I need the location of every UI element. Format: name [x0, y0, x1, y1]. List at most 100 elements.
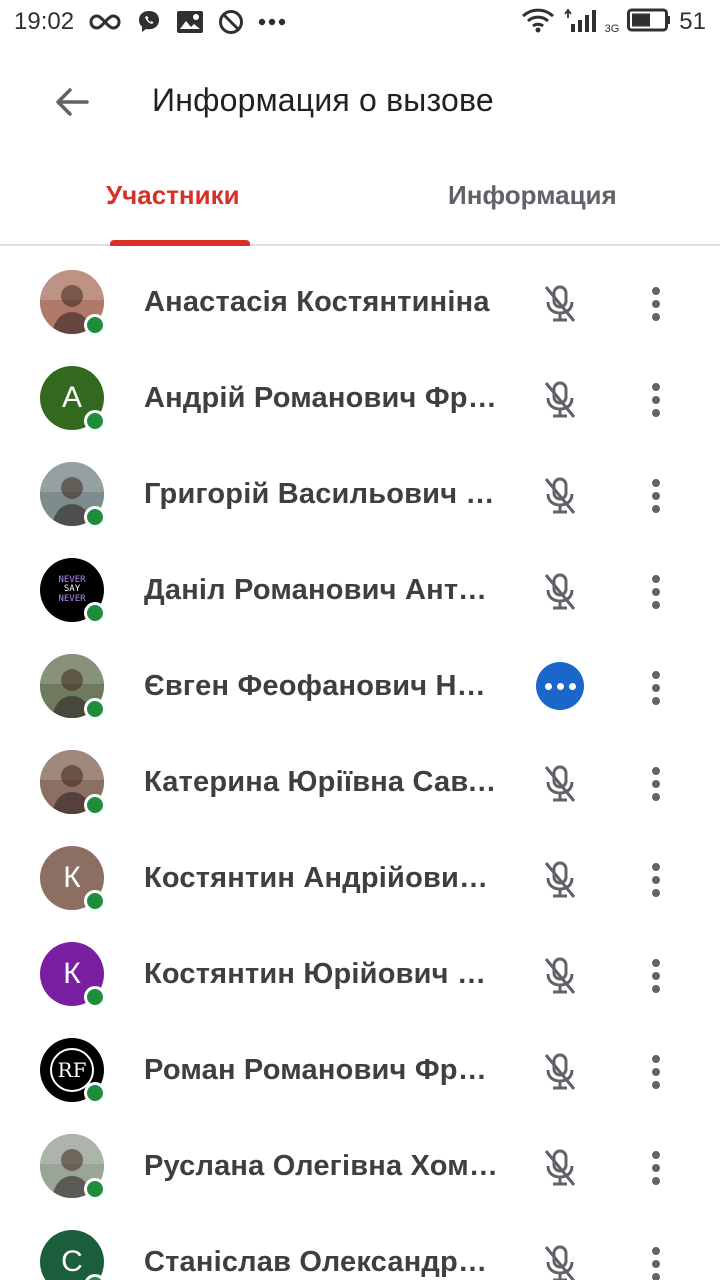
mic-off-icon — [536, 952, 584, 1000]
more-options-button[interactable] — [632, 568, 680, 616]
participant-row[interactable]: Євген Феофанович Науменко — [0, 638, 720, 734]
participant-row[interactable]: Катерина Юріївна Савченко — [0, 734, 720, 830]
speaking-dot — [568, 682, 576, 690]
avatar-letter: К — [63, 861, 81, 894]
online-status-dot — [84, 698, 106, 720]
participant-name: Андрій Романович Фролов — [144, 382, 500, 414]
mic-off-icon — [536, 856, 584, 904]
more-options-button[interactable] — [632, 280, 680, 328]
more-vert-icon — [652, 287, 660, 321]
more-vert-icon — [652, 863, 660, 897]
mic-off-icon — [536, 472, 584, 520]
avatar-wrap: NEVER SAY NEVER — [40, 558, 106, 624]
avatar-wrap — [40, 270, 106, 336]
more-options-button[interactable] — [632, 376, 680, 424]
avatar-text-line: NEVER — [58, 593, 86, 604]
tab-bar: Участники Информация — [0, 160, 720, 246]
avatar-wrap: А — [40, 366, 106, 432]
avatar: С — [40, 1230, 104, 1280]
more-options-button[interactable] — [632, 1240, 680, 1280]
battery-percent: 51 — [679, 8, 706, 35]
avatar-wrap — [40, 654, 106, 720]
more-vert-icon — [652, 383, 660, 417]
avatar-image-text: NEVER SAY NEVER — [58, 575, 86, 604]
more-options-button[interactable] — [632, 1048, 680, 1096]
screen: 19:02 3G 51 Информация о вызове Участник… — [0, 0, 720, 1280]
mic-off-icon — [536, 1048, 584, 1096]
participant-row[interactable]: Анастасія Костянтиніна — [0, 254, 720, 350]
more-options-button[interactable] — [632, 856, 680, 904]
more-vert-icon — [652, 767, 660, 801]
online-status-dot — [84, 1082, 106, 1104]
signal-icon — [563, 6, 603, 39]
status-time: 19:02 — [14, 8, 75, 35]
participant-name: Анастасія Костянтиніна — [144, 286, 490, 318]
more-options-button[interactable] — [632, 952, 680, 1000]
mic-off-icon — [536, 568, 584, 616]
speaking-indicator-icon — [536, 662, 584, 710]
avatar-wrap: К — [40, 942, 106, 1008]
participant-list: Анастасія Костянтиніна А Андрій Романович … — [0, 254, 720, 1280]
more-options-button[interactable] — [632, 760, 680, 808]
network-type: 3G — [604, 23, 620, 35]
participant-name: Руслана Олегівна Хоменко — [144, 1150, 500, 1182]
online-status-dot — [84, 1178, 106, 1200]
wifi-icon — [521, 6, 555, 39]
mic-off-icon — [536, 760, 584, 808]
do-not-disturb-icon — [218, 8, 244, 36]
speaking-dot — [544, 682, 552, 690]
online-status-dot — [84, 986, 106, 1008]
more-vert-icon — [652, 959, 660, 993]
avatar-wrap — [40, 462, 106, 528]
more-vert-icon — [652, 671, 660, 705]
participant-row[interactable]: К Костянтин Юрійович Мельник — [0, 926, 720, 1022]
arrow-back-icon — [56, 88, 89, 116]
participant-name: Роман Романович Фролов — [144, 1054, 500, 1086]
avatar-letter: С — [61, 1245, 83, 1278]
online-status-dot — [84, 314, 106, 336]
status-right-group: 3G 51 — [521, 6, 706, 38]
online-status-dot — [84, 890, 106, 912]
viber-icon — [136, 8, 162, 36]
avatar-wrap: К — [40, 846, 106, 912]
more-options-button[interactable] — [632, 472, 680, 520]
more-vert-icon — [652, 1151, 660, 1185]
more-options-button[interactable] — [632, 1144, 680, 1192]
participant-row[interactable]: Руслана Олегівна Хоменко — [0, 1118, 720, 1214]
participant-row[interactable]: К Костянтин Андрійович Ковальчук — [0, 830, 720, 926]
participant-row[interactable]: Григорій Васильович Бондар — [0, 446, 720, 542]
avatar-letter: А — [61, 381, 82, 414]
participant-name: Євген Феофанович Науменко — [144, 670, 500, 702]
participant-name: Станіслав Олександрович — [144, 1246, 500, 1278]
tab-participants[interactable]: Участники — [106, 180, 240, 211]
participant-row[interactable]: С Станіслав Олександрович — [0, 1214, 720, 1280]
infinity-icon — [88, 8, 122, 36]
online-status-dot — [84, 794, 106, 816]
participant-name: Катерина Юріївна Савченко — [144, 766, 500, 798]
more-vert-icon — [652, 1247, 660, 1280]
tab-information[interactable]: Информация — [448, 180, 617, 211]
mic-off-icon — [536, 1144, 584, 1192]
participant-name: Костянтин Юрійович Мельник — [144, 958, 500, 990]
back-button[interactable] — [44, 74, 100, 130]
participant-row[interactable]: NEVER SAY NEVER Даніл Романович Антонов — [0, 542, 720, 638]
mic-off-icon — [536, 1240, 584, 1280]
participant-row[interactable]: А Андрій Романович Фролов — [0, 350, 720, 446]
participant-row[interactable]: RF Роман Романович Фролов — [0, 1022, 720, 1118]
app-bar: Информация о вызове — [0, 44, 720, 160]
more-dots-icon — [258, 8, 286, 36]
more-vert-icon — [652, 575, 660, 609]
online-status-dot — [84, 506, 106, 528]
participant-name: Даніл Романович Антонов — [144, 574, 500, 606]
mic-off-icon — [536, 376, 584, 424]
mic-off-icon — [536, 280, 584, 328]
avatar-wrap — [40, 1134, 106, 1200]
page-title: Информация о вызове — [152, 82, 494, 118]
online-status-dot — [84, 410, 106, 432]
online-status-dot — [84, 602, 106, 624]
avatar-wrap: С — [40, 1230, 106, 1280]
avatar-wrap: RF — [40, 1038, 106, 1104]
gallery-icon — [176, 8, 204, 36]
participant-name: Костянтин Андрійович Ковальчук — [144, 862, 500, 894]
more-options-button[interactable] — [632, 664, 680, 712]
